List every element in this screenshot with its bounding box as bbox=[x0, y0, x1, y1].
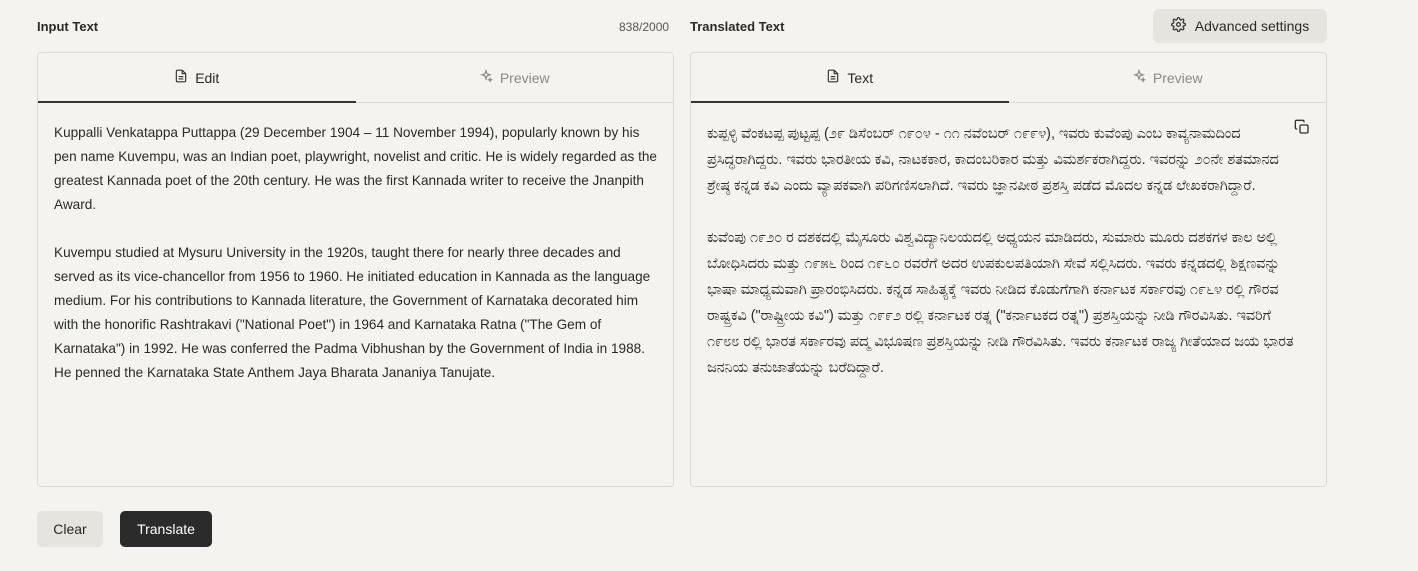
sparkle-icon bbox=[479, 68, 493, 86]
translated-text-area: ಕುಪ್ಪಳ್ಳಿ ವೆಂಕಟಪ್ಪ ಪುಟ್ಟಪ್ಪ (೨೯ ಡಿಸೆಂಬರ್… bbox=[691, 103, 1326, 425]
translate-button[interactable]: Translate bbox=[120, 511, 212, 547]
output-paragraph: ಕುಪ್ಪಳ್ಳಿ ವೆಂಕಟಪ್ಪ ಪುಟ್ಟಪ್ಪ (೨೯ ಡಿಸೆಂಬರ್… bbox=[707, 126, 1279, 194]
input-textarea[interactable]: Kuppalli Venkatappa Puttappa (29 Decembe… bbox=[38, 103, 673, 427]
tab-preview[interactable]: Preview bbox=[356, 53, 674, 102]
document-icon bbox=[826, 69, 840, 86]
advanced-settings-label: Advanced settings bbox=[1194, 18, 1310, 34]
document-icon bbox=[174, 69, 188, 86]
tab-text[interactable]: Text bbox=[691, 53, 1009, 103]
input-paragraph: Kuvempu studied at Mysuru University in … bbox=[54, 245, 651, 380]
gear-icon bbox=[1170, 17, 1186, 35]
output-paragraph: ಕುವೆಂಪು ೧೯೨೦ ರ ದಶಕದಲ್ಲಿ ಮೈಸೂರು ವಿಶ್ವವಿದ್… bbox=[707, 230, 1294, 376]
character-counter: 838/2000 bbox=[619, 20, 670, 34]
sparkle-icon bbox=[1132, 68, 1146, 86]
input-paragraph: Kuppalli Venkatappa Puttappa (29 Decembe… bbox=[54, 125, 657, 212]
tab-edit[interactable]: Edit bbox=[38, 53, 356, 103]
input-tabs: Edit Preview bbox=[38, 53, 673, 103]
output-tabs: Text Preview bbox=[691, 53, 1326, 103]
input-panel: Edit Preview Kuppalli Venkatappa Puttapp… bbox=[37, 52, 674, 487]
tab-output-preview[interactable]: Preview bbox=[1009, 53, 1327, 102]
tab-text-label: Text bbox=[847, 69, 874, 86]
tab-preview-label: Preview bbox=[499, 69, 550, 86]
copy-icon[interactable] bbox=[1294, 119, 1310, 140]
input-text-title: Input Text bbox=[37, 19, 99, 34]
translated-text-title: Translated Text bbox=[690, 19, 785, 34]
tab-edit-label: Edit bbox=[195, 69, 220, 86]
advanced-settings-button[interactable]: Advanced settings bbox=[1153, 9, 1327, 43]
output-panel: Text Preview ಕುಪ್ಪಳ್ಳಿ ವೆಂಕಟಪ್ಪ ಪುಟ್ಟಪ್ಪ… bbox=[690, 52, 1327, 487]
tab-output-preview-label: Preview bbox=[1152, 69, 1203, 86]
clear-button[interactable]: Clear bbox=[37, 511, 103, 547]
